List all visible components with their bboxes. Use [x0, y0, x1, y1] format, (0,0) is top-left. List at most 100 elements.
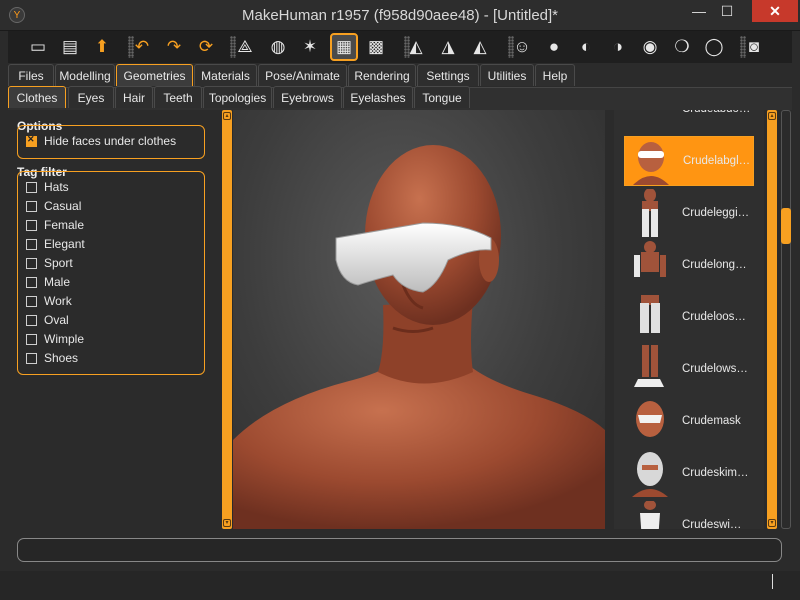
wireframe-button[interactable]: ◍	[264, 33, 292, 61]
clothes-list-scrollbar[interactable]: ▴ ▾	[767, 110, 777, 529]
head-top-button[interactable]: ◉	[636, 33, 664, 61]
clothes-item[interactable]: Crudeabdo…	[624, 110, 754, 134]
clothes-list[interactable]: Crudeabdo… Crudelabgl… Crudeleggi… Crudelon…	[614, 110, 764, 529]
redo-button[interactable]: ↷	[160, 33, 188, 61]
clothes-item[interactable]: Crudeleggi…	[624, 188, 754, 238]
undo-button[interactable]: ↶	[128, 33, 156, 61]
tab-files[interactable]: Files	[8, 64, 54, 86]
subtab-hair[interactable]: Hair	[115, 86, 153, 108]
tab-utilities[interactable]: Utilities	[480, 64, 534, 86]
main-toolbar: ▭ ▤ ⬆ ↶ ↷ ⟳ ⟁ ◍ ✶ ▦ ▩ ◭ ◮ ◭ ☺ ● ◐ ◑ ◉ ❍ ◯ ◙	[8, 31, 792, 63]
checkbox-icon[interactable]	[26, 181, 37, 193]
face-left-button[interactable]: ◐	[572, 33, 600, 61]
face-back-button[interactable]: ●	[540, 33, 568, 61]
size-grip	[772, 574, 773, 589]
view-side-button[interactable]: ◭	[466, 33, 494, 61]
clothes-item[interactable]: Crudeskim…	[624, 448, 754, 498]
tag-checkbox-male[interactable]: Male	[26, 274, 70, 290]
save-button[interactable]: ▤	[56, 33, 84, 61]
tab-materials[interactable]: Materials	[194, 64, 257, 86]
3d-viewport[interactable]	[233, 110, 605, 529]
subtab-eyes[interactable]: Eyes	[68, 86, 114, 108]
minimize-button[interactable]: —	[686, 0, 712, 22]
tag-checkbox-oval[interactable]: Oval	[26, 312, 69, 328]
checkbox-icon[interactable]	[26, 333, 37, 345]
tab-pose-animate[interactable]: Pose/Animate	[258, 64, 347, 86]
checkbox-icon[interactable]	[26, 200, 37, 212]
scroll-up-arrow-icon[interactable]: ▴	[223, 112, 231, 120]
view-back-button[interactable]: ◮	[434, 33, 462, 61]
subtab-teeth[interactable]: Teeth	[154, 86, 202, 108]
face-front-button[interactable]: ☺	[508, 33, 536, 61]
view-front-button[interactable]: ◭	[402, 33, 430, 61]
left-panel: Options Hide faces under clothes Tag fil…	[8, 110, 218, 530]
checkbox-icon[interactable]	[26, 238, 37, 250]
grid-button[interactable]: ▦	[330, 33, 358, 61]
global-camera-button[interactable]: ◯	[700, 33, 728, 61]
checkbox-icon[interactable]	[26, 257, 37, 269]
reset-button[interactable]: ⟳	[192, 33, 220, 61]
clothes-item[interactable]: Crudeswi…	[624, 500, 754, 529]
tag-checkbox-elegant[interactable]: Elegant	[26, 236, 85, 252]
head-back-icon: ●	[548, 37, 560, 56]
tag-checkbox-shoes[interactable]: Shoes	[26, 350, 78, 366]
hide-faces-checkbox[interactable]: Hide faces under clothes	[26, 133, 176, 149]
subtab-tongue[interactable]: Tongue	[414, 86, 470, 108]
clothes-item-label: Crudelabgl…	[683, 155, 751, 167]
tab-modelling[interactable]: Modelling	[55, 64, 115, 86]
clothes-item[interactable]: Crudeloos…	[624, 292, 754, 342]
pose-button[interactable]: ✶	[296, 33, 324, 61]
scroll-down-arrow-icon[interactable]: ▾	[223, 519, 231, 527]
tag-checkbox-sport[interactable]: Sport	[26, 255, 73, 271]
subtab-topologies[interactable]: Topologies	[203, 86, 272, 108]
clothes-item[interactable]: Crudelabgl…	[624, 136, 754, 186]
subtab-clothes[interactable]: Clothes	[8, 86, 66, 108]
maximize-button[interactable]: ☐	[714, 0, 740, 22]
grid-icon: ▦	[335, 37, 353, 56]
background-button[interactable]: ▩	[362, 33, 390, 61]
subtab-eyelashes[interactable]: Eyelashes	[343, 86, 413, 108]
hide-faces-label: Hide faces under clothes	[44, 134, 177, 148]
redo-icon: ↷	[166, 37, 182, 56]
tab-geometries[interactable]: Geometries	[116, 64, 193, 86]
tab-settings[interactable]: Settings	[417, 64, 479, 86]
back-view-icon: ◮	[441, 37, 455, 56]
clothes-thumbnail	[624, 345, 676, 393]
export-button[interactable]: ⬆	[88, 33, 116, 61]
tab-rendering[interactable]: Rendering	[348, 64, 416, 86]
clothes-item-label: Crudemask	[682, 415, 741, 427]
clothes-item[interactable]: Crudelong…	[624, 240, 754, 290]
clothes-item-label: Crudeswi…	[682, 519, 742, 529]
checkbox-checked-icon[interactable]	[26, 134, 37, 147]
tag-checkbox-wimple[interactable]: Wimple	[26, 331, 84, 347]
tag-label: Wimple	[44, 332, 85, 346]
left-scrollbar[interactable]: ▴ ▾	[222, 110, 232, 529]
scroll-handle[interactable]	[781, 208, 791, 244]
checkbox-icon[interactable]	[26, 276, 37, 288]
close-button[interactable]: ✕	[752, 0, 798, 22]
smooth-button[interactable]: ⟁	[231, 33, 259, 61]
tag-checkbox-hats[interactable]: Hats	[26, 179, 69, 195]
checkbox-icon[interactable]	[26, 219, 37, 231]
head-bottom-button[interactable]: ❍	[668, 33, 696, 61]
tab-help[interactable]: Help	[535, 64, 575, 86]
new-button[interactable]: ▭	[24, 33, 52, 61]
clothes-item[interactable]: Crudelows…	[624, 344, 754, 394]
scroll-down-arrow-icon[interactable]: ▾	[768, 519, 776, 527]
checkbox-icon[interactable]	[26, 314, 37, 326]
status-bar	[0, 571, 800, 600]
screenshot-button[interactable]: ◙	[740, 33, 768, 61]
tag-checkbox-female[interactable]: Female	[26, 217, 84, 233]
right-scrollbar[interactable]	[780, 110, 792, 529]
scroll-up-arrow-icon[interactable]: ▴	[768, 112, 776, 120]
checkbox-icon[interactable]	[26, 352, 37, 364]
head-right-icon: ◑	[612, 37, 624, 56]
clothes-item[interactable]: Crudemask	[624, 396, 754, 446]
tag-checkbox-work[interactable]: Work	[26, 293, 72, 309]
subtab-eyebrows[interactable]: Eyebrows	[273, 86, 342, 108]
wireframe-icon: ◍	[270, 37, 286, 56]
checkbox-icon[interactable]	[26, 295, 37, 307]
tag-checkbox-casual[interactable]: Casual	[26, 198, 81, 214]
scroll-track[interactable]	[781, 110, 791, 529]
face-right-button[interactable]: ◑	[604, 33, 632, 61]
